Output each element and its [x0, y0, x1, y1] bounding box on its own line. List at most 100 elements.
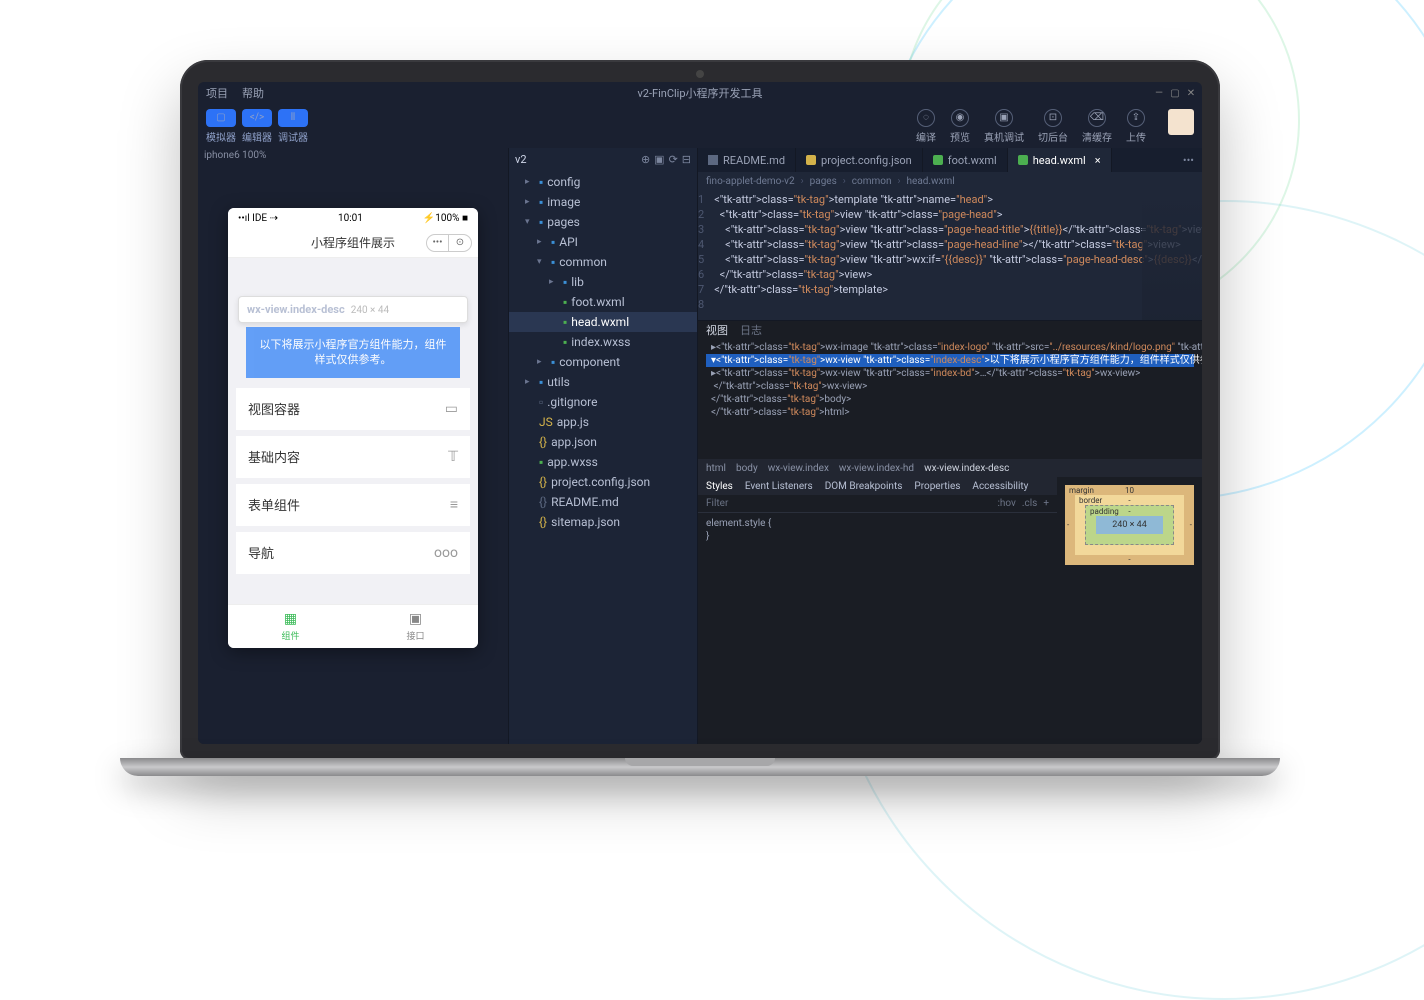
collapse-icon[interactable]: ⊟ [682, 153, 691, 166]
minimize-icon[interactable]: — [1154, 88, 1164, 98]
tree-item[interactable]: {}project.config.json [509, 472, 697, 492]
avatar[interactable] [1168, 109, 1194, 135]
title-bar: 项目 帮助 v2-FinClip小程序开发工具 — ▢ ✕ [198, 82, 1202, 104]
phone-nav-bar: 小程序组件展示 •••⊙ [228, 228, 478, 258]
action-upload[interactable]: ⇪上传 [1126, 109, 1146, 144]
menu-project[interactable]: 项目 [206, 85, 228, 101]
list-item[interactable]: 视图容器▭ [236, 388, 470, 430]
list-item[interactable]: 表单组件≡ [236, 484, 470, 526]
tree-item[interactable]: ▾▪pages [509, 212, 697, 232]
capsule-button[interactable]: •••⊙ [426, 234, 472, 252]
tree-item[interactable]: ▪head.wxml [509, 312, 697, 332]
ide-window: 项目 帮助 v2-FinClip小程序开发工具 — ▢ ✕ ▢模拟器 </>编辑… [198, 82, 1202, 744]
tree-item[interactable]: JSapp.js [509, 412, 697, 432]
toolbar: ▢模拟器 </>编辑器 ⫴调试器 ◌编译 ◉预览 ▣真机调试 ⊡切后台 ⌫清缓存… [198, 104, 1202, 148]
file-tree: ▸▪config▸▪image▾▪pages▸▪API▾▪common▸▪lib… [509, 170, 697, 534]
new-folder-icon[interactable]: ▣ [654, 153, 664, 166]
tree-item[interactable]: ▸▪utils [509, 372, 697, 392]
menu-help[interactable]: 帮助 [242, 85, 264, 101]
filter-option[interactable]: + [1043, 498, 1049, 509]
grid-icon: ▦ [284, 611, 297, 627]
tree-item[interactable]: {}sitemap.json [509, 512, 697, 532]
element-crumb[interactable]: wx-view.index-desc [924, 463, 1009, 474]
editor-tab[interactable]: README.md [698, 148, 796, 172]
tree-item[interactable]: ▪app.wxss [509, 452, 697, 472]
element-crumb[interactable]: wx-view.index-hd [839, 463, 914, 474]
dom-node[interactable]: ▸<"tk-attr">class="tk-tag">wx-view "tk-a… [706, 367, 1194, 380]
editor-tab[interactable]: project.config.json [796, 148, 923, 172]
action-cache[interactable]: ⌫清缓存 [1082, 109, 1112, 144]
styles-tab[interactable]: Event Listeners [745, 481, 813, 492]
simulator-device-label: iphone6 100% [198, 148, 508, 168]
tab-debugger[interactable]: ⫴调试器 [278, 109, 308, 144]
filter-input[interactable]: Filter [706, 498, 728, 509]
code-editor[interactable]: 12345678 <"tk-attr">class="tk-tag">templ… [698, 190, 1202, 320]
list-item[interactable]: 导航ooo [236, 532, 470, 574]
action-background[interactable]: ⊡切后台 [1038, 109, 1068, 144]
tree-item[interactable]: ▫.gitignore [509, 392, 697, 412]
dom-node[interactable]: ▸<"tk-attr">class="tk-tag">wx-image "tk-… [706, 341, 1194, 354]
action-compile[interactable]: ◌编译 [916, 109, 936, 144]
breadcrumb-item[interactable]: common [852, 176, 892, 187]
tab-editor[interactable]: </>编辑器 [242, 109, 272, 144]
filter-option[interactable]: .cls [1022, 498, 1037, 509]
tabs-overflow-icon[interactable]: ••• [1175, 148, 1202, 172]
refresh-icon[interactable]: ⟳ [669, 153, 678, 166]
maximize-icon[interactable]: ▢ [1170, 88, 1180, 98]
filter-option[interactable]: :hov [997, 498, 1015, 509]
minimap[interactable] [1142, 190, 1202, 320]
editor-tab[interactable]: head.wxml× [1008, 148, 1112, 172]
styles-tab[interactable]: Properties [914, 481, 960, 492]
tree-item[interactable]: ▪foot.wxml [509, 292, 697, 312]
close-icon[interactable]: ✕ [1186, 88, 1196, 98]
tree-item[interactable]: ▸▪component [509, 352, 697, 372]
devtools-pane: 视图 日志 ▸<"tk-attr">class="tk-tag">wx-imag… [698, 320, 1202, 744]
close-icon[interactable]: ⊙ [449, 235, 471, 251]
tree-item[interactable]: ▸▪config [509, 172, 697, 192]
tree-item[interactable]: ▪index.wxss [509, 332, 697, 352]
tree-item[interactable]: {}README.md [509, 492, 697, 512]
margin-label: margin [1069, 486, 1094, 495]
devtools-tab-view[interactable]: 视图 [706, 322, 728, 338]
box-model: margin 10 - - - border - padding - [1057, 477, 1202, 744]
breadcrumb-item[interactable]: fino-applet-demo-v2 [706, 176, 795, 187]
tabbar-api[interactable]: ▣接口 [353, 605, 478, 648]
dom-tree[interactable]: ▸<"tk-attr">class="tk-tag">wx-image "tk-… [698, 339, 1202, 459]
styles-tab[interactable]: DOM Breakpoints [825, 481, 903, 492]
window-title: v2-FinClip小程序开发工具 [637, 85, 762, 101]
editor-tabs: README.mdproject.config.jsonfoot.wxmlhea… [698, 148, 1202, 172]
element-crumb[interactable]: wx-view.index [768, 463, 829, 474]
styles-tab[interactable]: Styles [706, 481, 733, 492]
explorer-root[interactable]: v2 [515, 153, 527, 166]
dom-node[interactable]: </"tk-attr">class="tk-tag">html> [706, 406, 1194, 419]
dom-node[interactable]: ▾<"tk-attr">class="tk-tag">wx-view "tk-a… [706, 354, 1194, 367]
editor-tab[interactable]: foot.wxml [923, 148, 1008, 172]
cube-icon: ▣ [409, 611, 422, 627]
element-crumb[interactable]: html [706, 463, 726, 474]
tree-item[interactable]: ▸▪lib [509, 272, 697, 292]
dom-node[interactable]: </"tk-attr">class="tk-tag">wx-view> [706, 380, 1194, 393]
css-rules[interactable]: element.style {}</span><span class="css-… [698, 513, 1057, 744]
camera-icon [696, 70, 704, 78]
styles-tab[interactable]: Accessibility [972, 481, 1028, 492]
action-remote[interactable]: ▣真机调试 [984, 109, 1024, 144]
devtools-tab-log[interactable]: 日志 [740, 322, 762, 338]
element-crumb[interactable]: body [736, 463, 758, 474]
list-item[interactable]: 基础内容𝕋 [236, 436, 470, 478]
more-icon[interactable]: ••• [427, 235, 449, 251]
phone-title: 小程序组件展示 [311, 234, 395, 251]
dom-node[interactable]: </"tk-attr">class="tk-tag">body> [706, 393, 1194, 406]
element-breadcrumb: html body wx-view.index wx-view.index-hd wx-… [698, 459, 1202, 477]
tree-item[interactable]: {}app.json [509, 432, 697, 452]
tree-item[interactable]: ▾▪common [509, 252, 697, 272]
tree-item[interactable]: ▸▪image [509, 192, 697, 212]
styles-tabs: Styles Event Listeners DOM Breakpoints Prop… [698, 477, 1057, 495]
action-preview[interactable]: ◉预览 [950, 109, 970, 144]
tree-item[interactable]: ▸▪API [509, 232, 697, 252]
tabbar-component[interactable]: ▦组件 [228, 605, 353, 648]
selected-element-highlight: 以下将展示小程序官方组件能力，组件样式仅供参考。 [246, 327, 460, 378]
tab-simulator[interactable]: ▢模拟器 [206, 109, 236, 144]
new-file-icon[interactable]: ⊕ [641, 153, 650, 166]
breadcrumb-item[interactable]: head.wxml [907, 176, 955, 187]
breadcrumb-item[interactable]: pages [810, 176, 837, 187]
